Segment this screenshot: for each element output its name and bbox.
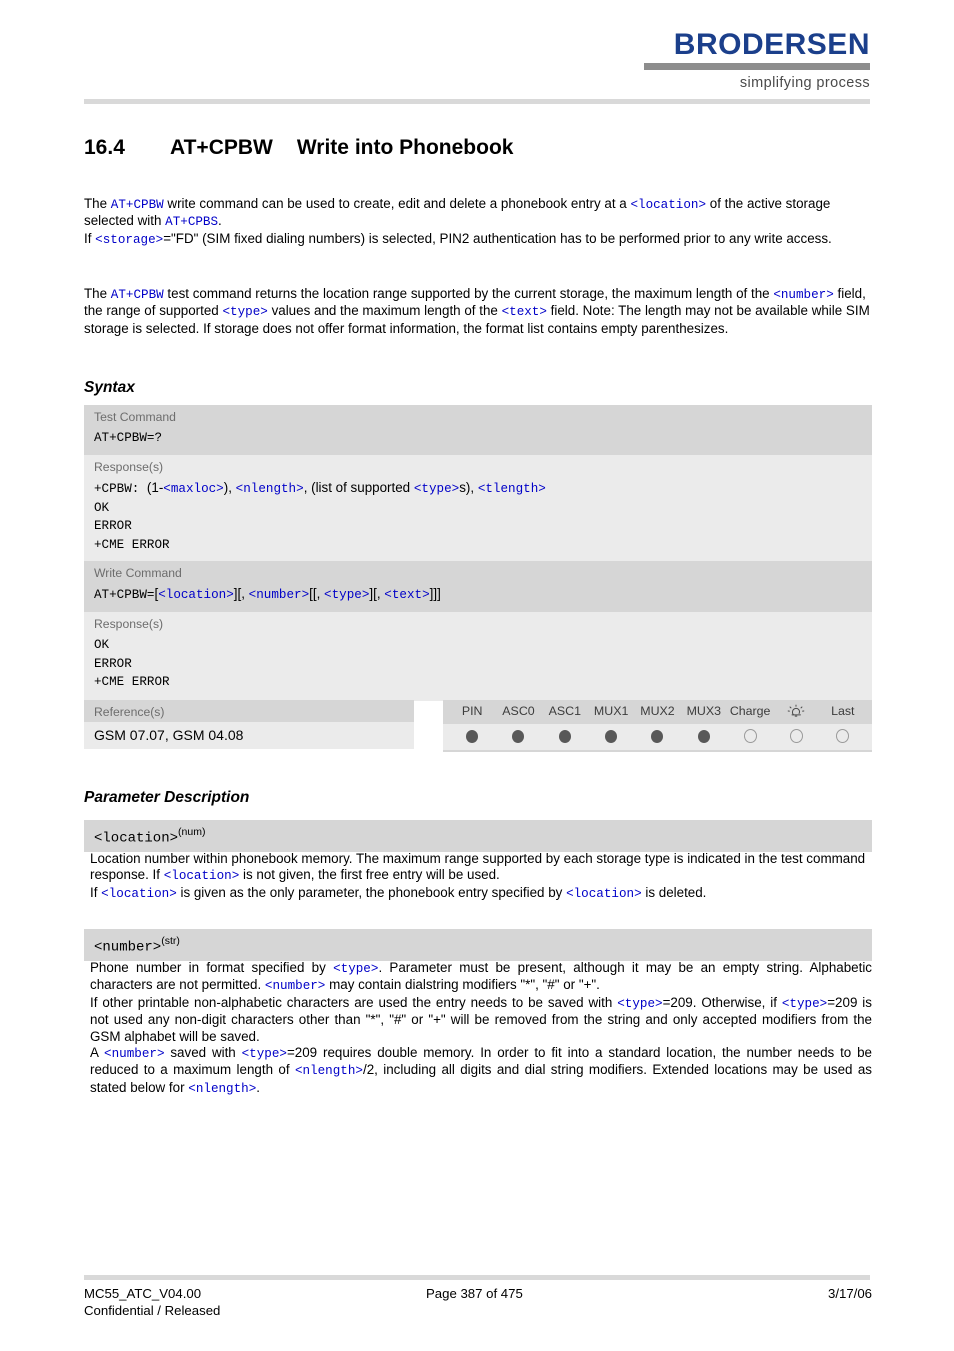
support-column-label: Last — [831, 704, 855, 718]
write-command-block: Write Command AT+CPBW=[<location>][, <nu… — [84, 561, 872, 701]
reference-value: GSM 07.07, GSM 04.08 — [84, 722, 414, 749]
document-page: BRODERSEN simplifying process 16.4 AT+CPB… — [0, 0, 954, 1351]
write-response-label: Response(s) — [84, 612, 872, 634]
write-command-syntax: AT+CPBW=[<location>][, <number>[[, <type… — [84, 583, 872, 612]
support-matrix: PIN ASC0 ASC1 MUX1 MUX2 MUX3 Charge Last — [443, 700, 872, 752]
page-title: 16.4 AT+CPBW Write into Phonebook — [84, 136, 513, 160]
test-command-label: Test Command — [84, 405, 872, 427]
parameter-name-number: <number> — [94, 939, 162, 956]
brand-tagline: simplifying process — [739, 75, 870, 91]
parameter-body-number: Phone number in format specified by <typ… — [90, 960, 873, 1096]
support-column-label: MUX2 — [640, 704, 675, 718]
parameter-header-location: <location>(num) — [84, 820, 872, 853]
write-response-body: OK ERROR +CME ERROR — [84, 634, 872, 701]
supported-dot-filled — [512, 729, 525, 743]
test-response-body: +CPBW: (1-<maxloc>), <nlength>, (list of… — [84, 477, 872, 564]
section-command: AT+CPBW — [170, 136, 273, 159]
footer-spacer-1 — [414, 1302, 762, 1319]
test-command-block: Test Command AT+CPBW=? Response(s) +CPBW… — [84, 405, 872, 564]
supported-dot-empty — [836, 729, 850, 743]
supported-dot-empty — [743, 729, 757, 743]
parameter-body-location: Location number within phonebook memory.… — [90, 851, 866, 901]
write-command-label: Write Command — [84, 561, 872, 583]
footer-date: 3/17/06 — [828, 1286, 872, 1301]
section-number: 16.4 — [84, 136, 125, 159]
footer-spacer-2 — [762, 1302, 872, 1319]
supported-dot-filled — [605, 729, 618, 743]
footer-divider — [84, 1275, 870, 1280]
intro-paragraph-2: The AT+CPBW test command returns the loc… — [84, 286, 870, 336]
parameter-name-location: <location> — [94, 830, 179, 847]
supported-dot-empty — [789, 729, 803, 743]
section-title-text: Write into Phonebook — [296, 136, 514, 159]
brand-logo: BRODERSEN simplifying process — [644, 30, 870, 91]
footer-page-number: Page 387 of 475 — [426, 1286, 523, 1301]
support-matrix-header: PIN ASC0 ASC1 MUX1 MUX2 MUX3 Charge Last — [443, 700, 872, 724]
alarm-bell-icon — [787, 704, 805, 721]
syntax-heading: Syntax — [84, 379, 135, 396]
support-matrix-values — [443, 724, 872, 750]
support-cell — [773, 729, 819, 743]
support-column-label: Charge — [729, 704, 771, 718]
supported-dot-filled — [558, 729, 571, 743]
support-cell — [681, 729, 727, 743]
reference-box: Reference(s) GSM 07.07, GSM 04.08 — [84, 700, 414, 749]
test-command-syntax: AT+CPBW=? — [84, 427, 872, 455]
support-cell — [495, 729, 541, 743]
parameter-type-location: (num) — [178, 826, 206, 838]
support-column-label: PIN — [461, 704, 483, 718]
support-column-label: ASC0 — [502, 704, 535, 718]
footer-classification: Confidential / Released — [84, 1303, 221, 1318]
support-cell — [727, 729, 773, 743]
reference-support-row: Reference(s) GSM 07.07, GSM 04.08 PIN ASC… — [84, 700, 872, 754]
support-cell — [820, 729, 866, 743]
page-footer: MC55_ATC_V04.00 Page 387 of 475 3/17/06 … — [84, 1285, 872, 1319]
support-cell — [588, 729, 634, 743]
parameter-header-number: <number>(str) — [84, 929, 872, 962]
alarm-bell-icon — [773, 704, 819, 722]
support-column-label: MUX1 — [593, 704, 629, 718]
parameter-description-heading: Parameter Description — [84, 789, 250, 806]
support-cell — [449, 729, 495, 743]
brand-wordmark: BRODERSEN — [673, 28, 870, 61]
support-cell — [542, 729, 588, 743]
support-column-label: MUX3 — [686, 704, 722, 718]
intro-paragraph-1: The AT+CPBW write command can be used to… — [84, 196, 832, 247]
brand-rule — [644, 63, 870, 70]
test-response-label: Response(s) — [84, 455, 872, 477]
support-column-label: ASC1 — [548, 704, 581, 718]
supported-dot-filled — [466, 729, 479, 743]
reference-label: Reference(s) — [94, 705, 165, 719]
parameter-type-number: (str) — [161, 935, 180, 947]
supported-dot-filled — [697, 729, 710, 743]
header-divider — [84, 99, 870, 104]
support-cell — [634, 729, 680, 743]
footer-document-id: MC55_ATC_V04.00 — [84, 1286, 202, 1301]
supported-dot-filled — [651, 729, 664, 743]
